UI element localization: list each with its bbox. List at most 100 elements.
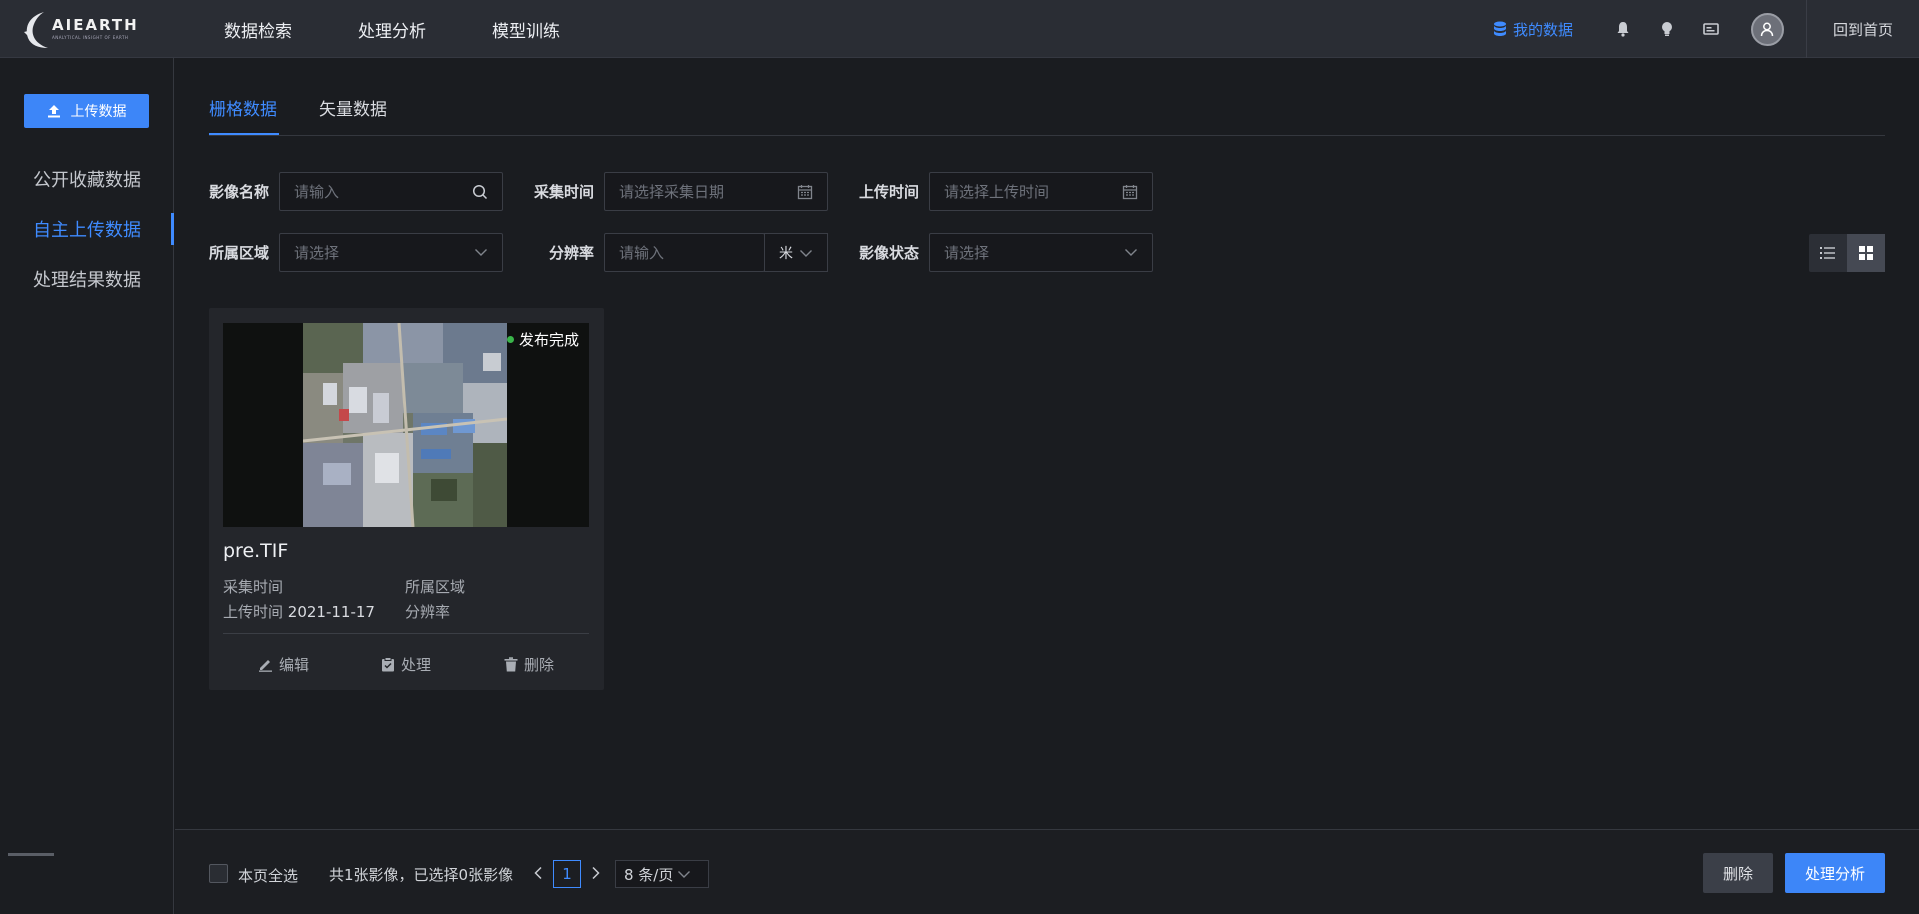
page-number-current[interactable]: 1 [553,860,581,888]
list-view-button[interactable] [1809,234,1847,272]
logo-swoosh-icon [24,12,48,48]
upload-time-meta-value: 2021-11-17 [287,603,375,621]
upload-time-label: 上传时间 [859,183,920,201]
page-size-select[interactable]: 8 条/页 [615,860,709,888]
back-home-link[interactable]: 回到首页 [1807,19,1919,40]
upload-data-label: 上传数据 [70,104,127,120]
lightbulb-icon[interactable] [1658,20,1676,38]
top-bar: AIEARTH ANALYTICAL INSIGHT OF EARTH 数据检索… [0,0,1919,58]
chevron-down-icon [475,249,487,256]
capture-date-placeholder: 请选择采集日期 [619,183,725,201]
image-card[interactable]: 发布完成 pre.TIF 采集时间 所属区域 上传时间 2021-11-17 分… [209,308,604,690]
user-icon [1761,22,1774,37]
image-thumbnail[interactable]: 发布完成 [223,323,589,527]
chevron-down-icon [1125,249,1137,256]
tab-raster-data[interactable]: 栅格数据 [209,95,277,120]
search-icon[interactable] [472,184,488,200]
active-tab-underline [209,133,279,135]
logo[interactable]: AIEARTH ANALYTICAL INSIGHT OF EARTH [22,10,137,50]
next-page-button[interactable] [588,862,604,884]
selection-summary: 共1张影像，已选择0张影像 [329,866,514,884]
trash-icon [504,657,518,672]
chevron-left-icon [534,866,542,880]
select-all-checkbox[interactable] [209,864,228,883]
my-data-link[interactable]: 我的数据 [1493,19,1573,40]
capture-date-picker[interactable]: 请选择采集日期 [604,172,828,211]
delete-label: 删除 [524,656,555,674]
capture-time-meta: 采集时间 [223,576,283,597]
upload-icon [47,105,60,118]
main-content: 栅格数据 矢量数据 影像名称 请输入 采集时间 请选择采集日期 上传时间 请选择… [175,58,1919,914]
resolution-placeholder: 请输入 [619,244,665,262]
sidebar: 上传数据 公开收藏数据 自主上传数据 处理结果数据 [0,58,174,914]
logo-text: AIEARTH [52,16,139,34]
process-button[interactable]: 处理 [381,654,431,675]
capture-time-label: 采集时间 [534,183,595,201]
scrollbar-thumb[interactable] [8,853,54,856]
upload-time-meta-label: 上传时间 [223,603,284,621]
image-status-placeholder: 请选择 [944,244,990,262]
bell-icon[interactable] [1614,20,1632,38]
nav-item-model-training[interactable]: 模型训练 [492,17,560,42]
prev-page-button[interactable] [530,862,546,884]
bulk-delete-button[interactable]: 删除 [1703,853,1773,893]
nav-item-data-search[interactable]: 数据检索 [224,17,292,42]
upload-date-placeholder: 请选择上传时间 [944,183,1050,201]
upload-date-picker[interactable]: 请选择上传时间 [929,172,1153,211]
calendar-icon [1122,185,1138,200]
grid-icon [1859,246,1873,260]
status-text: 发布完成 [518,331,579,349]
footer-bar: 本页全选 共1张影像，已选择0张影像 1 8 条/页 删除 处理分析 [175,829,1919,914]
image-status-select[interactable]: 请选择 [929,233,1153,272]
capture-time-meta-label: 采集时间 [223,578,284,596]
edit-button[interactable]: 编辑 [258,654,309,675]
user-avatar[interactable] [1750,12,1784,46]
image-file-name: pre.TIF [223,540,289,562]
message-card-icon[interactable] [1702,20,1720,38]
page-size-value: 8 条/页 [624,865,674,884]
sidebar-item-public-favorites[interactable]: 公开收藏数据 [33,166,141,192]
calendar-icon [797,185,813,200]
region-label: 所属区域 [209,244,270,262]
sidebar-item-my-uploads[interactable]: 自主上传数据 [33,216,141,242]
clipboard-icon [382,657,394,672]
nav-item-processing[interactable]: 处理分析 [358,17,426,42]
region-meta-label: 所属区域 [405,578,466,596]
image-name-label: 影像名称 [209,183,270,201]
region-meta: 所属区域 [405,576,465,597]
chevron-right-icon [592,866,600,880]
delete-button[interactable]: 删除 [504,654,554,675]
data-type-tabs: 栅格数据 矢量数据 [209,95,1885,136]
upload-data-button[interactable]: 上传数据 [24,94,149,128]
resolution-label: 分辨率 [549,244,595,262]
resolution-input[interactable]: 请输入 [604,233,765,272]
process-label: 处理 [401,656,432,674]
chevron-down-icon [800,249,812,257]
upload-time-meta: 上传时间 2021-11-17 [223,601,375,622]
region-placeholder: 请选择 [294,244,340,262]
view-mode-toggle [1809,234,1885,272]
database-icon [1493,21,1506,36]
card-divider [223,633,589,634]
list-icon [1820,247,1835,259]
satellite-image [303,323,507,527]
resolution-unit-select[interactable]: 米 [764,233,828,272]
image-status-label: 影像状态 [859,244,920,262]
resolution-meta-label: 分辨率 [405,603,451,621]
logo-subtext: ANALYTICAL INSIGHT OF EARTH [52,35,129,40]
edit-label: 编辑 [279,656,310,674]
grid-view-button[interactable] [1847,234,1885,272]
region-select[interactable]: 请选择 [279,233,503,272]
status-badge: 发布完成 [506,329,579,350]
status-dot [506,336,514,343]
sidebar-active-indicator [171,213,174,245]
my-data-label: 我的数据 [1512,20,1573,39]
select-all-label[interactable]: 本页全选 [238,865,298,886]
tab-vector-data[interactable]: 矢量数据 [319,95,387,120]
resolution-meta: 分辨率 [405,601,450,622]
sidebar-item-processing-results[interactable]: 处理结果数据 [33,266,141,292]
pencil-icon [259,660,272,672]
image-name-input[interactable]: 请输入 [279,172,503,211]
resolution-unit-value: 米 [779,245,793,262]
process-analysis-button[interactable]: 处理分析 [1785,853,1885,893]
